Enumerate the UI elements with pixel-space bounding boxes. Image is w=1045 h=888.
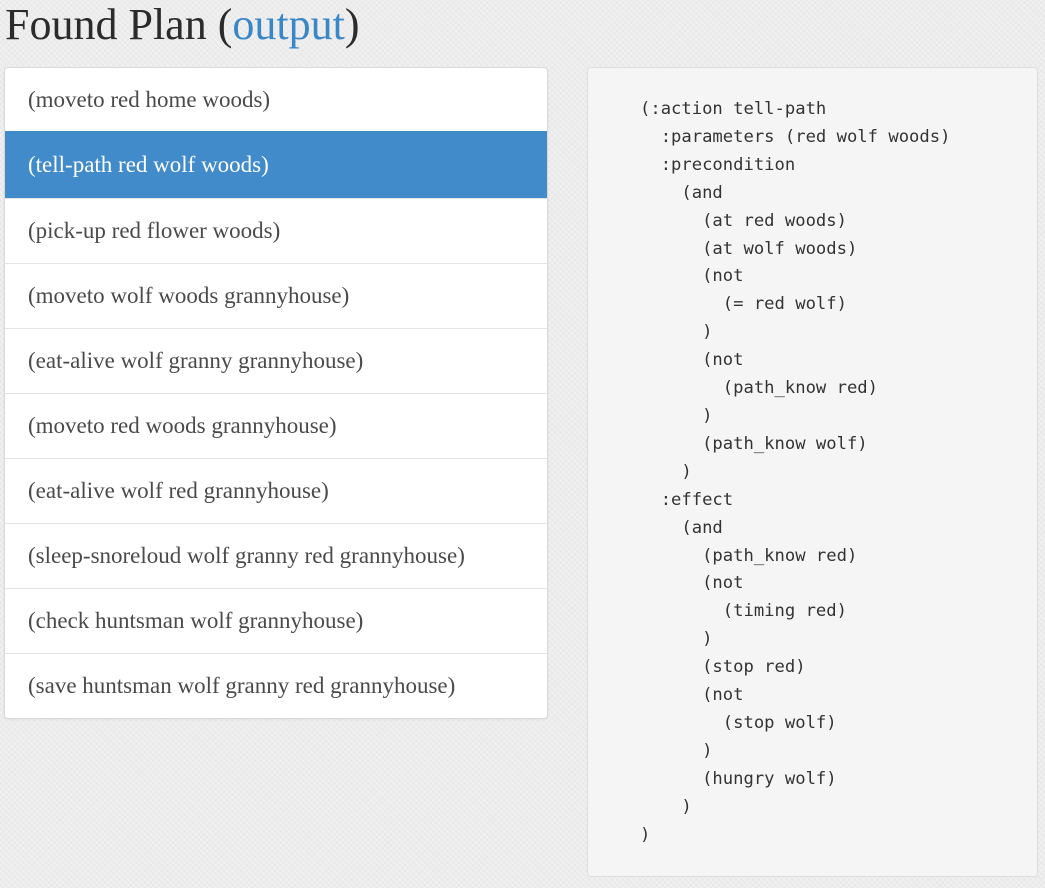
plan-step-item[interactable]: (pick-up red flower woods) <box>5 198 547 263</box>
action-code: (:action tell-path :parameters (red wolf… <box>640 99 951 845</box>
plan-step-item[interactable]: (moveto wolf woods grannyhouse) <box>5 263 547 328</box>
output-link[interactable]: output <box>232 0 344 49</box>
plan-step-item[interactable]: (eat-alive wolf red grannyhouse) <box>5 458 547 523</box>
paren-close: ) <box>344 0 360 49</box>
page-title: Found Plan (output) <box>5 0 359 54</box>
plan-step-item[interactable]: (check huntsman wolf grannyhouse) <box>5 588 547 653</box>
plan-step-item[interactable]: (sleep-snoreloud wolf granny red grannyh… <box>5 523 547 588</box>
action-detail-panel: (:action tell-path :parameters (red wolf… <box>587 67 1038 877</box>
page-title-text: Found Plan <box>5 0 207 49</box>
paren-open: ( <box>217 0 233 49</box>
plan-step-item[interactable]: (save huntsman wolf granny red grannyhou… <box>5 653 547 718</box>
plan-step-item[interactable]: (eat-alive wolf granny grannyhouse) <box>5 328 547 393</box>
plan-step-item-selected[interactable]: (tell-path red wolf woods) <box>5 131 547 198</box>
plan-step-item[interactable]: (moveto red woods grannyhouse) <box>5 393 547 458</box>
plan-step-item[interactable]: (moveto red home woods) <box>5 68 547 131</box>
plan-step-list: (moveto red home woods) (tell-path red w… <box>4 67 548 719</box>
